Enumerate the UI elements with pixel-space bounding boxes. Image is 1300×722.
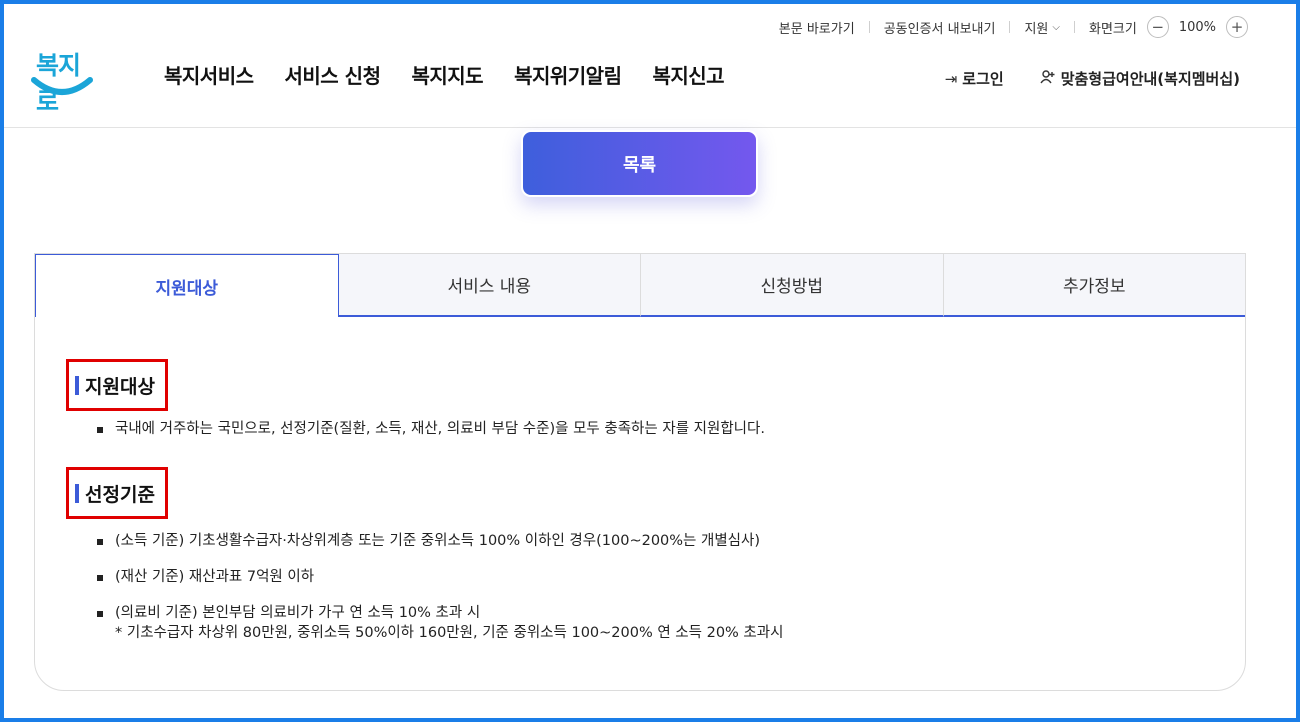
section-title-target: 지원대상 [66,359,168,411]
criteria-note: * 기초수급자 차상위 80만원, 중위소득 50%이하 160만원, 기준 중… [115,625,784,641]
list-item: (소득 기준) 기초생활수급자·차상위계층 또는 기준 중위소득 100% 이하… [97,531,783,551]
zoom-level: 100% [1178,19,1216,35]
divider [1073,21,1075,33]
divider [868,21,870,33]
list-item: 국내에 거주하는 국민으로, 선정기준(질환, 소득, 재산, 의료비 부담 수… [97,419,765,439]
nav-welfare-services[interactable]: 복지서비스 [164,60,254,89]
list-item: (의료비 기준) 본인부담 의료비가 가구 연 소득 10% 초과 시 * 기초… [97,603,783,643]
list-item-text: (의료비 기준) 본인부담 의료비가 가구 연 소득 10% 초과 시 [115,605,481,621]
support-label: 지원 [1024,21,1049,37]
title-bar [75,375,79,395]
member-menu: ⇥ 로그인 맞춤형급여안내(복지멤버십) [945,68,1240,89]
export-certificate-link[interactable]: 공동인증서 내보내기 [884,18,996,37]
divider [1009,21,1011,33]
section-title-text: 선정기준 [85,483,155,506]
list-button[interactable]: 목록 [521,130,758,197]
section-title-criteria: 선정기준 [66,467,168,519]
page-frame: 본문 바로가기 공동인증서 내보내기 지원 ⌵ 화면크기 − 100% + 복지… [4,4,1296,718]
membership-label: 맞춤형급여안내(복지멤버십) [1060,70,1240,88]
user-plus-icon [1040,69,1056,88]
zoom-label: 화면크기 [1088,21,1137,37]
tab-support-target[interactable]: 지원대상 [35,254,339,317]
section-title-text: 지원대상 [85,375,155,398]
site-header: 본문 바로가기 공동인증서 내보내기 지원 ⌵ 화면크기 − 100% + 복지… [4,4,1296,128]
tab-application-method[interactable]: 신청방법 [641,254,944,317]
title-bar [75,483,79,503]
support-dropdown[interactable]: 지원 ⌵ [1024,18,1060,37]
tab-service-content[interactable]: 서비스 내용 [338,254,641,317]
chevron-down-icon: ⌵ [1052,21,1060,33]
smile-logo-icon [31,77,93,95]
tab-additional-info[interactable]: 추가정보 [943,254,1245,317]
site-logo[interactable]: 복지로 [28,46,98,116]
detail-card: 지원대상 서비스 내용 신청방법 추가정보 지원대상 국내에 거주하는 국민으로… [34,253,1246,691]
login-button[interactable]: ⇥ 로그인 [945,68,1004,89]
nav-service-application[interactable]: 서비스 신청 [285,60,381,89]
membership-button[interactable]: 맞춤형급여안내(복지멤버십) [1040,68,1240,89]
nav-crisis-alert[interactable]: 복지위기알림 [514,60,622,89]
login-label: 로그인 [962,70,1004,88]
nav-welfare-map[interactable]: 복지지도 [411,60,483,89]
login-icon: ⇥ [944,69,958,88]
criteria-list: (소득 기준) 기초생활수급자·차상위계층 또는 기준 중위소득 100% 이하… [97,531,783,659]
target-list: 국내에 거주하는 국민으로, 선정기준(질환, 소득, 재산, 의료비 부담 수… [97,419,765,455]
zoom-in-button[interactable]: + [1226,16,1248,38]
list-item: (재산 기준) 재산과표 7억원 이하 [97,567,783,587]
detail-tabs: 지원대상 서비스 내용 신청방법 추가정보 [35,254,1245,317]
utility-bar: 본문 바로가기 공동인증서 내보내기 지원 ⌵ 화면크기 − 100% + [779,14,1248,40]
zoom-out-button[interactable]: − [1146,16,1169,38]
main-navigation: 복지서비스 서비스 신청 복지지도 복지위기알림 복지신고 [164,60,725,89]
nav-welfare-report[interactable]: 복지신고 [652,60,724,89]
skip-to-content-link[interactable]: 본문 바로가기 [779,18,855,37]
